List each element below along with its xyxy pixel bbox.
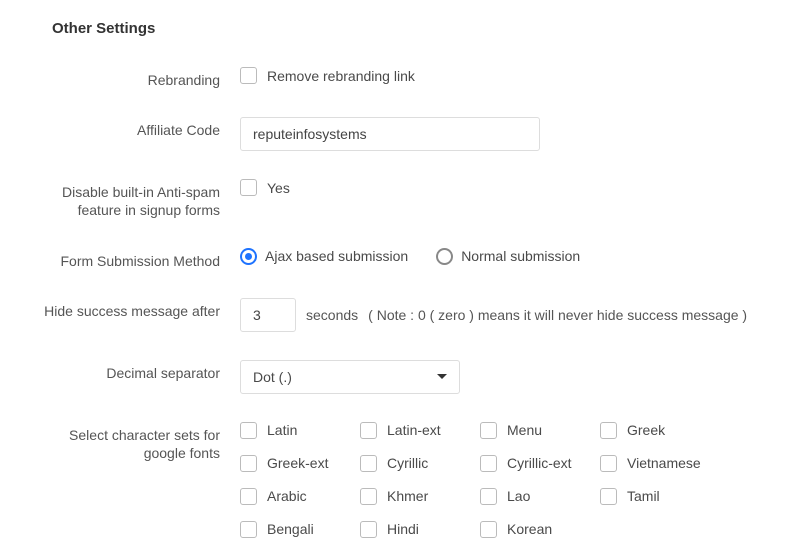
checkbox-icon — [480, 488, 497, 505]
radio-icon — [436, 248, 453, 265]
charset-option-lao[interactable]: Lao — [480, 488, 600, 505]
section-title: Other Settings — [52, 20, 756, 37]
label-antispam: Disable built-in Anti-spam feature in si… — [40, 179, 240, 219]
checkbox-icon — [240, 422, 257, 439]
checkbox-icon — [360, 521, 377, 538]
checkbox-icon — [360, 455, 377, 472]
radio-icon — [240, 248, 257, 265]
charset-option-arabic[interactable]: Arabic — [240, 488, 360, 505]
charset-option-latin-ext[interactable]: Latin-ext — [360, 422, 480, 439]
charset-option-label: Bengali — [267, 521, 314, 537]
charset-option-vietnamese[interactable]: Vietnamese — [600, 455, 720, 472]
charset-option-label: Greek — [627, 422, 665, 438]
label-hide-msg: Hide success message after — [40, 298, 240, 320]
label-submission: Form Submission Method — [40, 248, 240, 270]
charset-option-bengali[interactable]: Bengali — [240, 521, 360, 538]
charset-option-label: Arabic — [267, 488, 307, 504]
row-decimal: Decimal separator Dot (.) — [40, 360, 756, 394]
decimal-selected-value: Dot (.) — [253, 369, 292, 385]
charset-option-menu[interactable]: Menu — [480, 422, 600, 439]
charset-option-label: Cyrillic-ext — [507, 455, 572, 471]
decimal-select[interactable]: Dot (.) — [240, 360, 460, 394]
row-rebranding: Rebranding Remove rebranding link — [40, 67, 756, 89]
charset-option-korean[interactable]: Korean — [480, 521, 600, 538]
charset-option-cyrillic[interactable]: Cyrillic — [360, 455, 480, 472]
row-affiliate: Affiliate Code — [40, 117, 756, 151]
charset-option-label: Menu — [507, 422, 542, 438]
charset-option-label: Tamil — [627, 488, 660, 504]
row-hide-msg: Hide success message after seconds ( Not… — [40, 298, 756, 332]
checkbox-icon — [360, 488, 377, 505]
hide-msg-unit: seconds — [306, 307, 358, 323]
charset-option-label: Vietnamese — [627, 455, 701, 471]
checkbox-icon — [240, 179, 257, 196]
antispam-option-label: Yes — [267, 180, 290, 196]
row-submission: Form Submission Method Ajax based submis… — [40, 248, 756, 270]
charset-option-label: Khmer — [387, 488, 428, 504]
charset-option-label: Hindi — [387, 521, 419, 537]
rebranding-option-label: Remove rebranding link — [267, 68, 415, 84]
charset-option-label: Cyrillic — [387, 455, 428, 471]
charset-option-khmer[interactable]: Khmer — [360, 488, 480, 505]
charset-option-label: Lao — [507, 488, 530, 504]
submission-normal-label: Normal submission — [461, 248, 580, 264]
charset-option-tamil[interactable]: Tamil — [600, 488, 720, 505]
checkbox-icon — [480, 455, 497, 472]
rebranding-option[interactable]: Remove rebranding link — [240, 67, 415, 84]
submission-option-normal[interactable]: Normal submission — [436, 248, 580, 265]
hide-msg-note: ( Note : 0 ( zero ) means it will never … — [368, 307, 747, 323]
charset-option-label: Latin-ext — [387, 422, 441, 438]
checkbox-icon — [240, 521, 257, 538]
label-rebranding: Rebranding — [40, 67, 240, 89]
checkbox-icon — [240, 67, 257, 84]
checkbox-icon — [600, 455, 617, 472]
charset-option-cyrillic-ext[interactable]: Cyrillic-ext — [480, 455, 600, 472]
charset-option-label: Korean — [507, 521, 552, 537]
affiliate-code-input[interactable] — [240, 117, 540, 151]
submission-option-ajax[interactable]: Ajax based submission — [240, 248, 408, 265]
chevron-down-icon — [437, 374, 447, 379]
checkbox-icon — [600, 422, 617, 439]
submission-ajax-label: Ajax based submission — [265, 248, 408, 264]
row-antispam: Disable built-in Anti-spam feature in si… — [40, 179, 756, 219]
charset-option-label: Latin — [267, 422, 297, 438]
label-charsets: Select character sets for google fonts — [40, 422, 240, 462]
charset-option-greek[interactable]: Greek — [600, 422, 720, 439]
checkbox-icon — [240, 488, 257, 505]
charset-option-latin[interactable]: Latin — [240, 422, 360, 439]
antispam-option[interactable]: Yes — [240, 179, 290, 196]
charset-option-greek-ext[interactable]: Greek-ext — [240, 455, 360, 472]
hide-msg-input[interactable] — [240, 298, 296, 332]
charset-option-hindi[interactable]: Hindi — [360, 521, 480, 538]
checkbox-icon — [360, 422, 377, 439]
row-charsets: Select character sets for google fonts L… — [40, 422, 756, 538]
charset-option-label: Greek-ext — [267, 455, 328, 471]
checkbox-icon — [480, 521, 497, 538]
checkbox-icon — [600, 488, 617, 505]
checkbox-icon — [240, 455, 257, 472]
checkbox-icon — [480, 422, 497, 439]
label-decimal: Decimal separator — [40, 360, 240, 382]
label-affiliate: Affiliate Code — [40, 117, 240, 139]
